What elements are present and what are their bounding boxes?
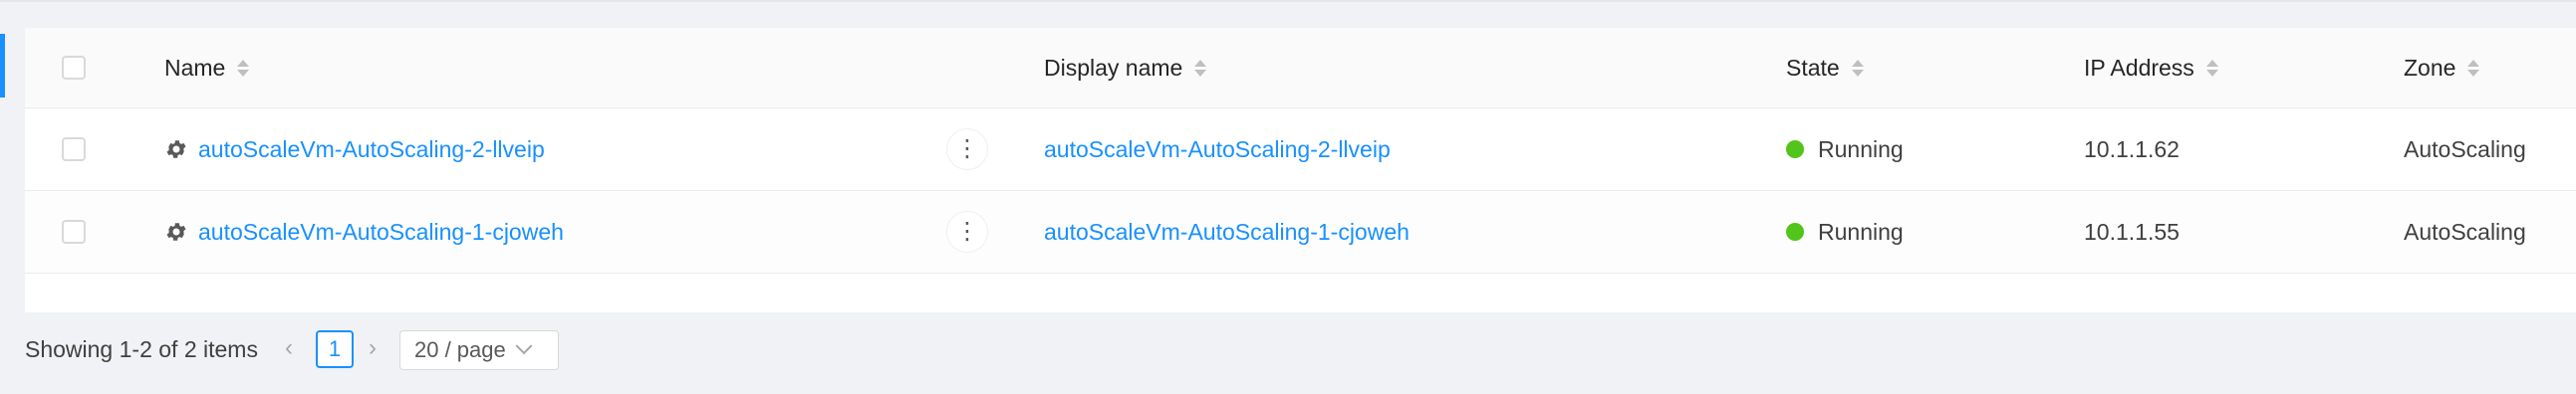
active-indicator-bar <box>0 34 5 98</box>
state-text: Running <box>1818 135 1904 162</box>
top-divider <box>0 0 2576 2</box>
page-size-select[interactable]: 20 / page <box>399 330 559 370</box>
instances-table: Name Display name State IP Address Zone <box>25 28 2576 312</box>
cell-state: Running <box>1786 191 1904 273</box>
column-header-name[interactable]: Name <box>164 28 250 107</box>
prev-page-button[interactable]: ‹ <box>285 336 293 360</box>
display-name-link[interactable]: autoScaleVm-AutoScaling-1-cjoweh <box>1044 219 1410 246</box>
column-header-display-name[interactable]: Display name <box>1044 28 1207 107</box>
cell-state: Running <box>1786 108 1904 190</box>
state-text: Running <box>1818 218 1904 245</box>
status-running-icon <box>1786 223 1804 241</box>
cell-zone: AutoScaling <box>2404 108 2526 190</box>
sort-icon[interactable] <box>1194 59 1207 77</box>
cell-name: autoScaleVm-AutoScaling-2-llveip <box>164 108 545 190</box>
pagination-total-text: Showing 1-2 of 2 items <box>25 335 258 362</box>
cell-ip-address: 10.1.1.62 <box>2084 108 2180 190</box>
chevron-down-icon <box>515 337 533 355</box>
row-actions-button[interactable]: ⋮ <box>946 211 988 253</box>
table-header: Name Display name State IP Address Zone <box>25 28 2576 108</box>
cell-display-name: autoScaleVm-AutoScaling-2-llveip <box>1044 108 1391 190</box>
zone-text: AutoScaling <box>2404 218 2526 245</box>
table-row: autoScaleVm-AutoScaling-2-llveip ⋮ autoS… <box>25 108 2576 191</box>
page-number-button[interactable]: 1 <box>316 330 354 368</box>
cell-name: autoScaleVm-AutoScaling-1-cjoweh <box>164 191 564 273</box>
cell-zone: AutoScaling <box>2404 191 2526 273</box>
select-all-checkbox[interactable] <box>62 56 86 80</box>
table-row: autoScaleVm-AutoScaling-1-cjoweh ⋮ autoS… <box>25 191 2576 274</box>
column-header-zone[interactable]: Zone <box>2404 28 2480 107</box>
column-label-display-name: Display name <box>1044 54 1183 81</box>
column-label-zone: Zone <box>2404 54 2456 81</box>
column-label-state: State <box>1786 54 1840 81</box>
gear-icon <box>166 140 186 158</box>
status-running-icon <box>1786 140 1804 158</box>
sort-icon[interactable] <box>1851 59 1864 77</box>
zone-text: AutoScaling <box>2404 135 2526 162</box>
column-label-name: Name <box>164 54 226 81</box>
vm-name-link[interactable]: autoScaleVm-AutoScaling-2-llveip <box>198 136 545 163</box>
cell-display-name: autoScaleVm-AutoScaling-1-cjoweh <box>1044 191 1410 273</box>
column-header-state[interactable]: State <box>1786 28 1864 107</box>
page: Name Display name State IP Address Zone <box>0 0 2576 394</box>
gear-icon <box>166 223 186 241</box>
row-select-checkbox[interactable] <box>62 220 86 244</box>
sort-icon[interactable] <box>2467 59 2480 77</box>
vm-name-link[interactable]: autoScaleVm-AutoScaling-1-cjoweh <box>198 219 564 246</box>
cell-ip-address: 10.1.1.55 <box>2084 191 2180 273</box>
column-label-ip-address: IP Address <box>2084 54 2194 81</box>
ip-address-text: 10.1.1.55 <box>2084 218 2180 245</box>
ip-address-text: 10.1.1.62 <box>2084 135 2180 162</box>
pagination-bar: Showing 1-2 of 2 items ‹ 1 › 20 / page <box>0 312 2576 394</box>
next-page-button[interactable]: › <box>369 336 377 360</box>
display-name-link[interactable]: autoScaleVm-AutoScaling-2-llveip <box>1044 136 1391 163</box>
sort-icon[interactable] <box>2205 59 2218 77</box>
column-header-ip-address[interactable]: IP Address <box>2084 28 2218 107</box>
sort-icon[interactable] <box>237 59 250 77</box>
row-actions-button[interactable]: ⋮ <box>946 128 988 170</box>
page-size-value: 20 / page <box>414 337 506 362</box>
row-select-checkbox[interactable] <box>62 137 86 161</box>
